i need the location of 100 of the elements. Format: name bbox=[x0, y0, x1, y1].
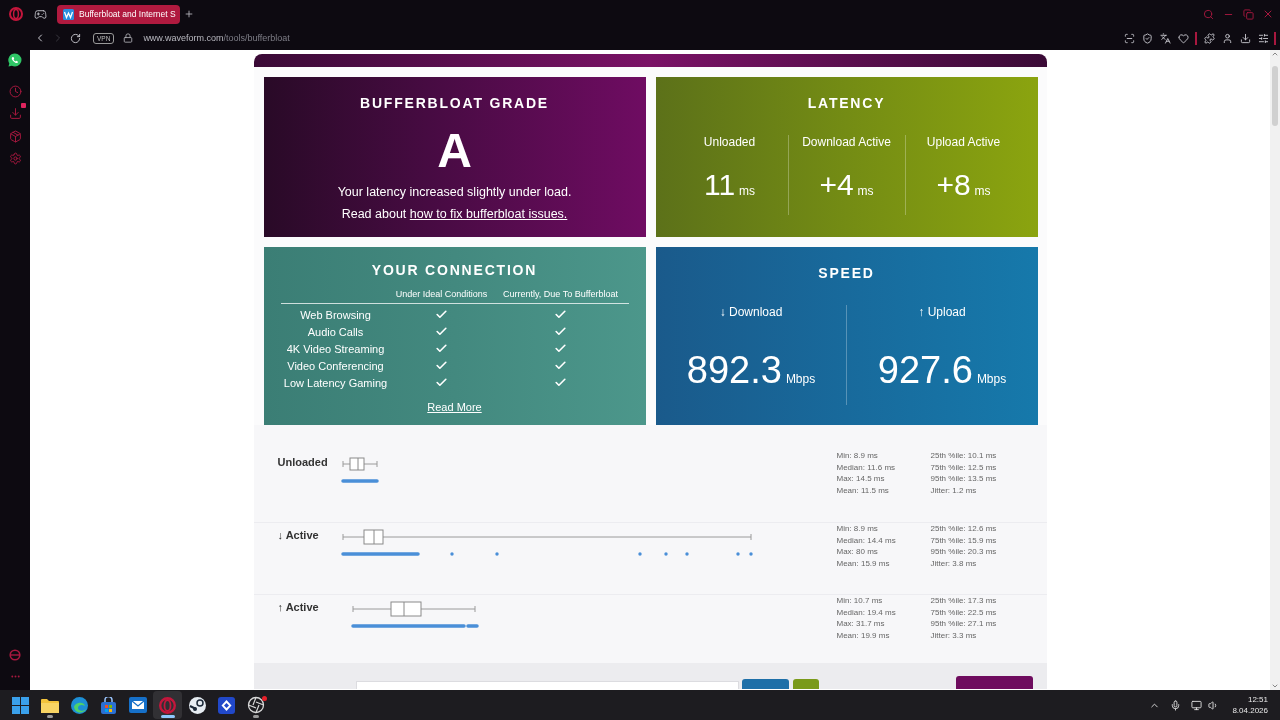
folder-icon bbox=[41, 697, 60, 713]
action-button[interactable] bbox=[792, 679, 819, 689]
shopping-bag-icon bbox=[100, 696, 118, 714]
stat-text: Max: 31.7 ms bbox=[836, 618, 885, 630]
puzzle-icon[interactable] bbox=[1203, 32, 1215, 44]
metric-label: Download Active bbox=[802, 135, 891, 149]
sample-dot bbox=[684, 552, 689, 556]
stat-text: Max: 14.5 ms bbox=[836, 473, 885, 485]
sliders-icon[interactable] bbox=[1257, 32, 1269, 44]
scrollbar-thumb[interactable] bbox=[1272, 66, 1278, 126]
latency-value: 11 bbox=[703, 168, 736, 202]
sample-dot bbox=[735, 552, 740, 556]
sample-strip bbox=[340, 479, 379, 483]
stat-text: Min: 8.9 ms bbox=[836, 523, 878, 535]
unit-label: Mbps bbox=[785, 372, 816, 386]
fix-link[interactable]: how to fix bufferbloat issues. bbox=[409, 207, 568, 221]
running-indicator bbox=[252, 715, 259, 718]
sample-dot bbox=[748, 552, 753, 556]
stat-text: Median: 11.6 ms bbox=[836, 461, 896, 473]
sample-dot bbox=[494, 552, 499, 556]
stat-text: 25th %ile: 10.1 ms bbox=[930, 450, 997, 462]
speaker-icon[interactable] bbox=[1207, 699, 1219, 711]
disc-icon bbox=[188, 696, 206, 714]
url-text[interactable]: www.waveform.com/tools/bufferbloat bbox=[143, 33, 290, 43]
card-title: LATENCY bbox=[807, 94, 886, 112]
stat-text: 75th %ile: 15.9 ms bbox=[930, 534, 997, 546]
unit-label: Mbps bbox=[976, 372, 1007, 386]
card-title: SPEED bbox=[818, 264, 875, 282]
ring-icon bbox=[159, 696, 177, 714]
monitor-icon[interactable] bbox=[1190, 699, 1202, 711]
close-icon[interactable] bbox=[1262, 8, 1274, 20]
heart-icon[interactable] bbox=[1177, 32, 1189, 44]
stat-text: Median: 14.4 ms bbox=[836, 534, 896, 546]
read-more-link[interactable]: Read More bbox=[427, 400, 482, 414]
ring-logo-icon[interactable] bbox=[9, 7, 23, 21]
activity-name: Audio Calls bbox=[307, 325, 364, 338]
shield-icon[interactable] bbox=[1141, 32, 1153, 44]
history-icon[interactable] bbox=[8, 85, 22, 98]
tab-title: Bufferbloat and Internet S bbox=[79, 9, 176, 19]
clock-widget[interactable]: 12:51 8.04.2026 bbox=[1232, 694, 1268, 716]
activity-name: Low Latency Gaming bbox=[283, 376, 388, 389]
scroll-up-icon[interactable] bbox=[1271, 50, 1279, 58]
card-title: BUFFERBLOAT GRADE bbox=[360, 94, 549, 112]
stat-text: Mean: 19.9 ms bbox=[836, 629, 890, 641]
new-tab-icon[interactable] bbox=[184, 9, 194, 19]
download-icon[interactable] bbox=[1239, 32, 1251, 44]
speed-value: 927.6 bbox=[877, 349, 973, 391]
stat-text: Jitter: 3.3 ms bbox=[930, 629, 977, 641]
browser-tab[interactable]: Bufferbloat and Internet S bbox=[57, 4, 180, 24]
package-icon[interactable] bbox=[8, 130, 22, 143]
activity-name: Web Browsing bbox=[300, 308, 371, 321]
mail-icon bbox=[129, 697, 148, 713]
chat-bubble-icon[interactable] bbox=[8, 53, 22, 67]
clock-date: 8.04.2026 bbox=[1232, 705, 1268, 716]
card-title: YOUR CONNECTION bbox=[371, 261, 538, 279]
share-link-field[interactable] bbox=[355, 681, 739, 689]
running-indicator bbox=[160, 715, 175, 718]
notification-dot-icon bbox=[261, 696, 267, 701]
diamond-tile-icon bbox=[217, 696, 235, 714]
no-entry-icon[interactable] bbox=[9, 649, 21, 661]
stat-text: 95th %ile: 27.1 ms bbox=[930, 618, 997, 630]
unit-label: ms bbox=[739, 184, 756, 198]
mic-icon[interactable] bbox=[1169, 699, 1181, 711]
running-indicator bbox=[47, 715, 54, 718]
clock-time: 12:51 bbox=[1247, 694, 1268, 705]
taskbar-button[interactable] bbox=[152, 691, 183, 719]
activity-name: 4K Video Streaming bbox=[286, 342, 385, 355]
translate-icon[interactable] bbox=[1159, 32, 1171, 44]
unit-label: ms bbox=[857, 184, 874, 198]
reload-icon[interactable] bbox=[70, 32, 81, 44]
profile-icon[interactable] bbox=[1221, 32, 1233, 44]
column-header: Under Ideal Conditions bbox=[394, 289, 489, 299]
row-label: ↓ Active bbox=[277, 528, 320, 542]
speed-value: 892.3 bbox=[686, 349, 782, 391]
latency-value: +8 bbox=[936, 168, 971, 202]
stat-text: Mean: 15.9 ms bbox=[836, 557, 890, 569]
latency-value: +4 bbox=[819, 168, 854, 202]
activity-name: Video Conferencing bbox=[287, 359, 384, 372]
action-button[interactable] bbox=[741, 679, 789, 689]
stat-text: Jitter: 3.8 ms bbox=[930, 557, 977, 569]
stat-text: Min: 10.7 ms bbox=[836, 595, 883, 607]
stat-text: 75th %ile: 12.5 ms bbox=[930, 461, 997, 473]
stat-text: 95th %ile: 13.5 ms bbox=[930, 473, 997, 485]
stat-text: 25th %ile: 12.6 ms bbox=[930, 523, 997, 535]
four-tiles-icon bbox=[12, 696, 30, 714]
sample-dot bbox=[637, 552, 642, 556]
fix-text: Read about how to fix bufferbloat issues. bbox=[341, 206, 568, 223]
scroll-down-icon[interactable] bbox=[1271, 682, 1279, 690]
unit-label: ms bbox=[974, 184, 991, 198]
row-label: Unloaded bbox=[277, 455, 329, 469]
swirl-icon bbox=[70, 696, 88, 714]
metric-label: ↓ Download bbox=[719, 305, 783, 319]
lock-icon[interactable] bbox=[123, 33, 134, 43]
stat-text: 75th %ile: 22.5 ms bbox=[930, 606, 997, 618]
aperture-icon bbox=[246, 696, 265, 714]
stat-text: Min: 8.9 ms bbox=[836, 450, 878, 462]
gamepad-icon[interactable] bbox=[33, 7, 47, 21]
stat-text: Mean: 11.5 ms bbox=[836, 484, 889, 496]
summary-text: Your latency increased slightly under load. bbox=[337, 184, 572, 201]
scan-icon[interactable] bbox=[1123, 32, 1135, 44]
